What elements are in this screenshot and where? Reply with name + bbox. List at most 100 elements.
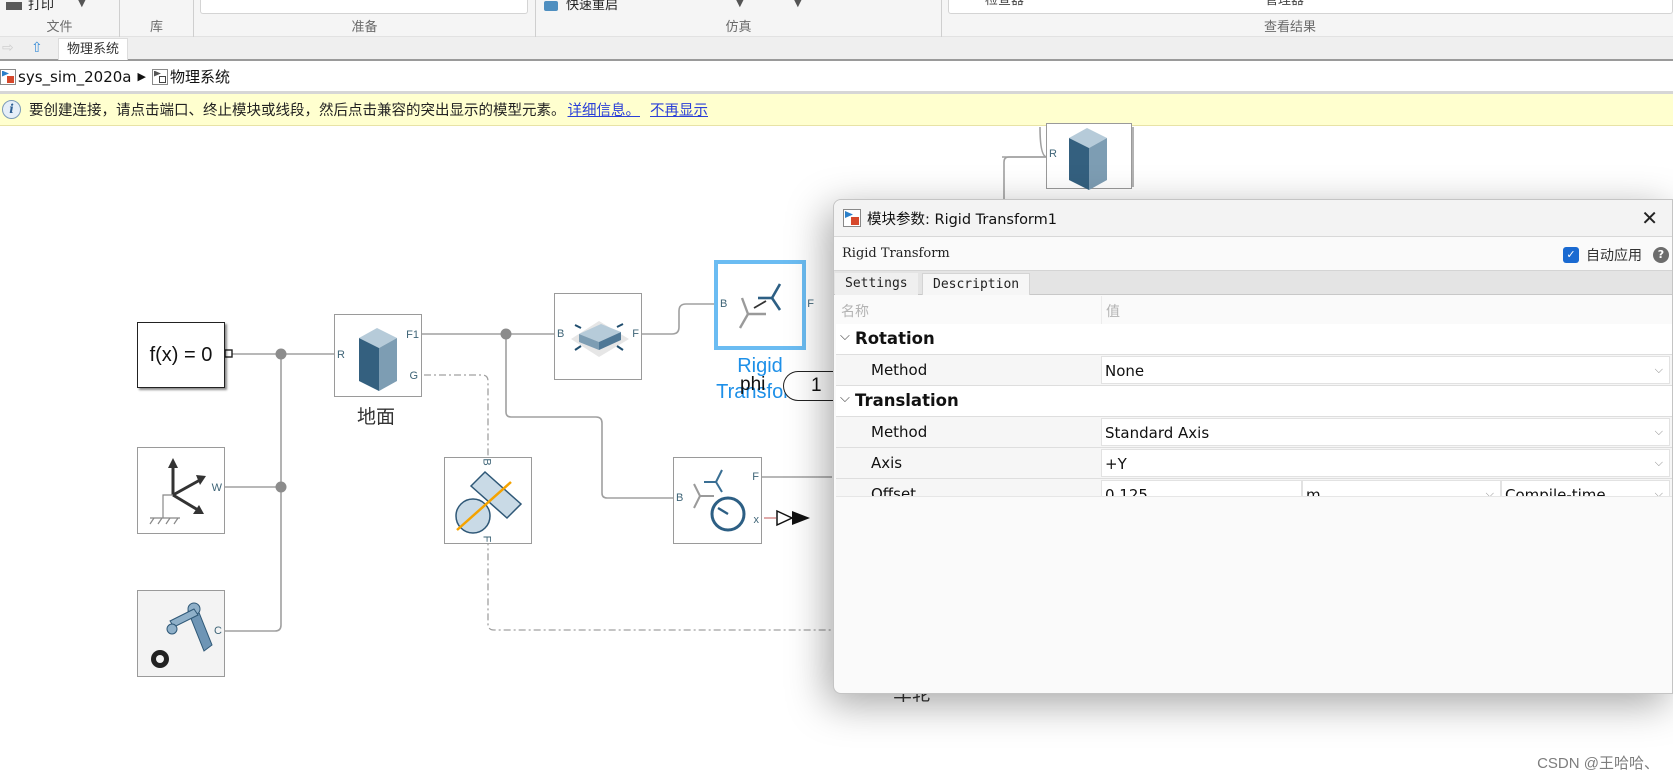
rigid-transform-icon xyxy=(738,283,782,329)
details-link[interactable]: 详细信息。 xyxy=(568,99,641,120)
auto-apply-checkbox[interactable]: ✓ 自动应用 xyxy=(1563,245,1642,265)
help-icon[interactable]: ? xyxy=(1653,247,1669,263)
port-label: B xyxy=(557,328,565,340)
upper-solid-block[interactable]: R xyxy=(1046,123,1132,190)
param-name: Method xyxy=(871,361,928,379)
checkmark-icon: ✓ xyxy=(1563,247,1579,263)
phi-label: phi xyxy=(740,374,766,395)
dont-show-again-link[interactable]: 不再显示 xyxy=(650,99,708,120)
watermark: CSDN @王哈哈、 xyxy=(1537,755,1659,772)
port-label: B xyxy=(720,298,728,310)
solid-brick-icon xyxy=(1069,128,1107,190)
ribbon-section-review: 检查器 管理器 Results ... 查看结果 xyxy=(942,0,1673,37)
chevron-down-icon[interactable]: ⌵ xyxy=(840,391,850,406)
mechanism-configuration-block[interactable]: C xyxy=(137,590,225,677)
port-label: C xyxy=(214,625,222,637)
simulink-window: 打印 ▼ 文件 库 准备 快速重启 ▼ ▼ 仿真 检查器 管理器 Results… xyxy=(0,0,1673,781)
translation-method-dropdown[interactable]: Standard Axis ⌵ xyxy=(1101,418,1670,446)
close-icon[interactable]: ✕ xyxy=(1641,208,1658,228)
section-label-review: 查看结果 xyxy=(1263,20,1316,35)
port-label: G xyxy=(409,370,418,382)
print-button[interactable]: 打印 xyxy=(6,0,54,13)
model-icon xyxy=(0,68,16,85)
manager-button[interactable]: 管理器 xyxy=(1265,0,1304,8)
transform-sensor-block[interactable]: B F x xyxy=(673,457,762,544)
section-label-simulation: 仿真 xyxy=(725,20,752,35)
port-label: W xyxy=(211,482,222,494)
chevron-down-icon: ⌵ xyxy=(1654,363,1663,376)
section-rotation[interactable]: ⌵ Rotation xyxy=(836,324,1672,355)
param-name: Axis xyxy=(871,454,903,472)
solver-port xyxy=(224,349,233,358)
wire-planar-to-rigid xyxy=(635,303,716,335)
port-label: F1 xyxy=(406,329,419,341)
subsystem-icon xyxy=(151,68,168,85)
printer-icon xyxy=(6,1,22,10)
back-arrow-icon[interactable]: ⇨ xyxy=(2,40,14,56)
solver-block-text: f(x) = 0 xyxy=(149,343,213,366)
world-frame-block[interactable]: W xyxy=(137,447,225,534)
results-button[interactable]: Results ... xyxy=(1355,0,1418,4)
prepare-gallery[interactable] xyxy=(200,0,528,14)
section-title: Translation xyxy=(855,391,959,410)
breadcrumb-subsystem[interactable]: 物理系统 xyxy=(170,66,230,87)
section-translation[interactable]: ⌵ Translation xyxy=(836,386,1672,417)
rotation-method-dropdown[interactable]: None ⌵ xyxy=(1101,356,1670,384)
wire-top-solid xyxy=(1002,127,1048,158)
breadcrumb: sys_sim_2020a ▶ 物理系统 xyxy=(0,62,1673,94)
ribbon-section-prepare: 准备 xyxy=(194,0,536,37)
simulink-icon xyxy=(843,209,861,227)
planar-joint-block[interactable]: B F xyxy=(554,293,642,380)
sim-dropdown-icon-2[interactable]: ▼ xyxy=(794,0,802,9)
chevron-down-icon[interactable]: ⌵ xyxy=(840,329,850,344)
ribbon-section-file: 打印 ▼ 文件 xyxy=(0,0,120,37)
planar-joint-icon xyxy=(571,321,629,357)
port-label: B xyxy=(480,458,493,466)
review-gallery: 检查器 管理器 Results ... xyxy=(948,0,1673,14)
info-bar: i 要创建连接，请点击端口、终止模块或线段，然后点击兼容的突出显示的模型元素。 … xyxy=(0,94,1673,126)
port-label: R xyxy=(1049,148,1057,160)
ribbon-section-library: 库 xyxy=(120,0,194,37)
port-label: R xyxy=(337,349,345,361)
spatial-contact-block[interactable]: B F xyxy=(444,457,532,544)
spatial-contact-icon xyxy=(455,470,523,534)
tab-settings[interactable]: Settings xyxy=(835,273,918,295)
port-label: F xyxy=(480,535,493,543)
model-tabstrip: ⇨ ⇧ 物理系统 xyxy=(0,37,1673,61)
info-icon: i xyxy=(2,100,21,119)
breadcrumb-separator-icon: ▶ xyxy=(137,70,146,83)
ribbon-section-simulation: 快速重启 ▼ ▼ 仿真 xyxy=(536,0,942,37)
column-header-name: 名称 xyxy=(841,304,869,320)
info-message: 要创建连接，请点击端口、终止模块或线段，然后点击兼容的突出显示的模型元素。 xyxy=(29,103,566,119)
param-row-rotation-method: Method None ⌵ xyxy=(836,355,1672,386)
up-arrow-icon[interactable]: ⇧ xyxy=(31,40,43,56)
fast-restart-icon xyxy=(544,0,558,11)
port-label: F xyxy=(632,328,639,340)
port-label: x xyxy=(753,514,760,526)
axis-dropdown[interactable]: +Y ⌵ xyxy=(1101,449,1670,477)
solver-configuration-block[interactable]: f(x) = 0 xyxy=(137,322,225,388)
ground-solid-block[interactable]: R F1 G xyxy=(334,314,422,397)
junction-dot xyxy=(275,481,287,493)
ground-block-label[interactable]: 地面 xyxy=(357,402,395,429)
dropdown-value: Standard Axis xyxy=(1105,424,1210,442)
fast-restart-button[interactable]: 快速重启 xyxy=(544,0,618,13)
sim-dropdown-icon[interactable]: ▼ xyxy=(736,0,744,9)
tab-physical-system[interactable]: 物理系统 xyxy=(58,38,129,60)
rigid-transform-block[interactable]: B F xyxy=(714,260,814,350)
param-row-translation-method: Method Standard Axis ⌵ xyxy=(836,417,1672,448)
dropdown-value: None xyxy=(1105,362,1145,380)
junction-dot xyxy=(500,328,512,340)
section-label-file: 文件 xyxy=(46,20,73,35)
dialog-tabs: Settings Description xyxy=(834,271,1672,295)
chevron-down-icon: ⌵ xyxy=(1654,456,1663,469)
print-dropdown-icon[interactable]: ▼ xyxy=(78,0,86,9)
breadcrumb-model[interactable]: sys_sim_2020a xyxy=(18,68,131,86)
inspector-button[interactable]: 检查器 xyxy=(985,0,1024,8)
dropdown-value: +Y xyxy=(1105,455,1127,473)
tab-description[interactable]: Description xyxy=(922,273,1031,295)
dialog-title-bar[interactable]: 模块参数: Rigid Transform1 ✕ xyxy=(834,200,1672,237)
port-label: B xyxy=(676,492,684,504)
solid-brick-icon xyxy=(359,328,397,391)
parameter-table-header: 名称 值 xyxy=(836,296,1672,324)
